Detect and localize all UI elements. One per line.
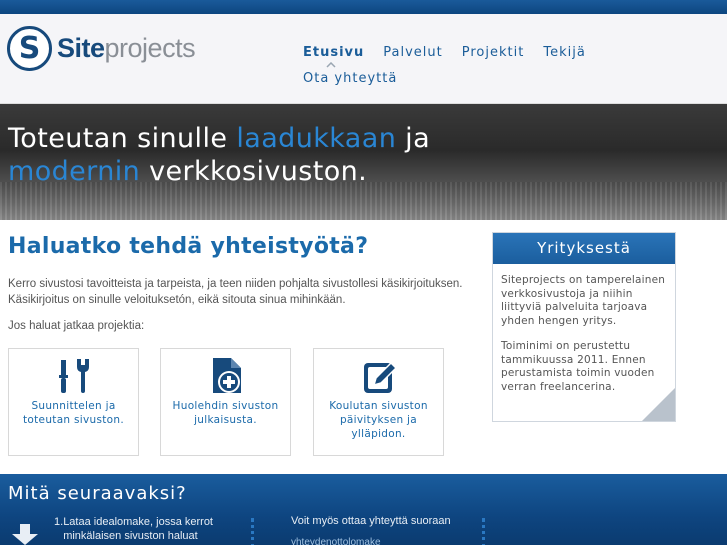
hero-line1-end: ja: [396, 123, 431, 154]
document-plus-icon: [213, 358, 241, 393]
next-steps-list: 1. Lataa idealomake, jossa kerrot minkäl…: [54, 515, 244, 543]
about-paragraph-2: Toiminimi on perustettu tammikuussa 2011…: [501, 340, 655, 393]
hero-headline: Toteutan sinulle laadukkaan ja modernin …: [8, 122, 430, 188]
site-logo[interactable]: S Siteprojects: [7, 26, 196, 71]
main-nav: Etusivu Palvelut Projektit Tekijä Ota yh…: [303, 45, 586, 86]
hero-line2-plain: verkkosivuston.: [140, 156, 368, 187]
service-card-publish[interactable]: Huolehdin sivuston julkaisusta.: [160, 348, 291, 456]
logo-word-site: Site: [57, 33, 105, 63]
edit-icon: [364, 361, 398, 393]
page-title: Haluatko tehdä yhteistyötä?: [8, 234, 369, 259]
download-arrow-icon[interactable]: [8, 524, 42, 545]
nav-item-tekija[interactable]: Tekijä: [543, 45, 585, 60]
footer-divider: [251, 518, 254, 545]
nav-item-palvelut[interactable]: Palvelut: [383, 45, 442, 60]
intro-text: Kerro sivustosi tavoitteista ja tarpeist…: [8, 278, 463, 306]
top-bar: [0, 0, 727, 14]
hero-line1-plain: Toteutan sinulle: [8, 123, 237, 154]
next-steps-section: Mitä seuraavaksi? 1. Lataa idealomake, j…: [0, 474, 727, 545]
step-text: Lataa idealomake, jossa kerrot minkälais…: [63, 516, 213, 542]
next-steps-title: Mitä seuraavaksi?: [8, 483, 187, 504]
about-panel-title: Yrityksestä: [493, 233, 675, 264]
service-card-design[interactable]: Suunnittelen ja toteutan sivuston.: [8, 348, 139, 456]
service-card-label: Koulutan sivuston päivityksen ja ylläpid…: [329, 400, 428, 440]
service-card-label: Huolehdin sivuston julkaisusta.: [172, 400, 279, 426]
hero-banner: Toteutan sinulle laadukkaan ja modernin …: [0, 104, 727, 220]
hero-line1-accent: laadukkaan: [236, 123, 397, 154]
intro-followup: Jos haluat jatkaa projektia:: [8, 320, 145, 332]
nav-item-ota-yhteytta[interactable]: Ota yhteyttä: [303, 71, 397, 86]
logo-wordmark: Siteprojects: [57, 33, 196, 64]
logo-mark: S: [7, 26, 52, 71]
hero-line2-accent: modernin: [8, 156, 141, 187]
service-card-training[interactable]: Koulutan sivuston päivityksen ja ylläpid…: [313, 348, 444, 456]
tools-icon: [59, 359, 89, 393]
service-card-label: Suunnittelen ja toteutan sivuston.: [23, 400, 124, 426]
list-item: 1. Lataa idealomake, jossa kerrot minkäl…: [54, 515, 244, 543]
about-company-panel: Yrityksestä Siteprojects on tamperelaine…: [492, 232, 676, 422]
contact-form-link[interactable]: yhteydenottolomake: [291, 537, 381, 545]
active-caret-icon: [326, 62, 336, 68]
nav-item-etusivu[interactable]: Etusivu: [303, 45, 364, 60]
page-curl-corner: [642, 388, 675, 421]
step-number: 1.: [54, 516, 64, 528]
logo-word-projects: projects: [104, 33, 196, 63]
nav-item-projektit[interactable]: Projektit: [462, 45, 525, 60]
contact-text: Voit myös ottaa yhteyttä suoraan: [291, 515, 451, 527]
about-paragraph-1: Siteprojects on tamperelainen verkkosivu…: [501, 274, 666, 327]
footer-divider: [482, 518, 485, 545]
site-header: S Siteprojects Etusivu Palvelut Projekti…: [0, 14, 727, 104]
